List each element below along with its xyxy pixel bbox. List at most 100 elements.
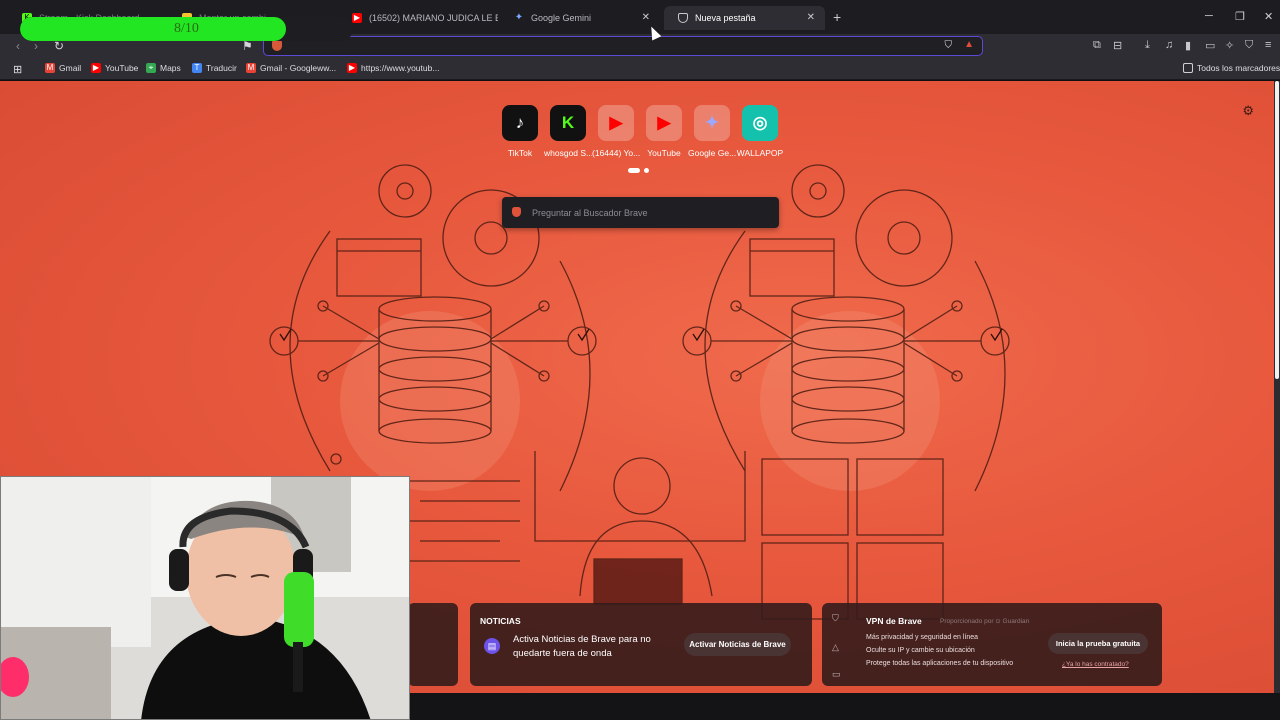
bookmark-youtube-url[interactable]: ▶ https://www.youtub... [347,63,439,73]
bookmark-label: Gmail - Googleww... [260,63,337,73]
top-site-google-gemini[interactable]: ✦ Google Ge... [688,105,736,158]
extensions-icon[interactable]: ⧉ [1093,39,1101,52]
tiktok-icon: ♪ [502,105,538,141]
tab-youtube-mariano[interactable]: ▶ (16502) MARIANO JUDICA LE ESCUPE [338,6,498,30]
progress-overlay: 8/10 [20,17,353,41]
bookmark-maps[interactable]: ⌖ Maps [146,63,181,73]
bookmark-label: Gmail [59,63,82,73]
forward-icon[interactable]: › [34,39,38,53]
settings-gear-icon[interactable]: ⚙ [1242,103,1254,119]
news-heading: NOTICIAS [480,616,521,626]
brave-search-icon [512,207,521,217]
news-icon: ▤ [484,638,500,654]
close-tab-icon[interactable]: ✕ [807,12,815,23]
gemini-icon: ✦ [694,105,730,141]
youtube-icon: ▶ [347,63,357,73]
search-placeholder: Preguntar al Buscador Brave [532,208,648,218]
media-icon[interactable]: ♫ [1165,39,1173,51]
tile-glyph: K [561,113,575,132]
close-tab-icon[interactable]: ✕ [642,12,650,23]
vpn-feature: Oculte su IP y cambie su ubicación [866,647,975,654]
leo-ai-icon[interactable]: ✧ [1225,39,1234,52]
pager-dot[interactable] [644,168,649,173]
activate-news-button[interactable]: Activar Noticias de Brave [684,633,791,656]
address-bar[interactable]: ⛉ ▲ [263,36,983,56]
youtube-icon: ▶ [91,63,101,73]
alert-icon[interactable]: △ [832,642,839,653]
all-bookmarks[interactable]: Todos los marcadores [1183,63,1280,73]
news-text: Activa Noticias de Brave para no quedart… [513,634,651,659]
already-subscribed-link[interactable]: ¿Ya lo has contratado? [1062,661,1129,668]
gemini-icon: ✦ [514,12,524,23]
vpn-card: ⛉ △ ▭ VPN de Brave Proporcionado por ⊙ G… [822,603,1162,686]
search-engine-icon [272,40,282,51]
brave-rewards-icon[interactable]: ▲ [964,39,974,50]
wallet-icon[interactable]: ⊟ [1113,39,1122,52]
tab-title: Google Gemini [531,13,592,23]
vpn-powered-by: Proporcionado por ⊙ Guardian [940,618,1030,625]
progress-label: 8/10 [174,21,199,36]
translate-icon: T [192,63,202,73]
tile-glyph: ▶ [657,113,671,132]
youtube-icon: ▶ [598,105,634,141]
vpn-heading: VPN de Brave [866,616,922,626]
all-bookmarks-label: Todos los marcadores [1197,63,1280,73]
gmail-icon: M [45,63,55,73]
scrollbar-thumb[interactable] [1275,81,1279,379]
top-site-wallapop[interactable]: ◎ WALLAPOP [737,105,783,158]
restore-icon[interactable]: ❐ [1235,10,1245,23]
bookmark-youtube[interactable]: ▶ YouTube [91,63,138,73]
top-site-label: TikTok [507,148,533,158]
bookmark-gmail-google[interactable]: M Gmail - Googleww... [246,63,336,73]
bookmark-traducir[interactable]: T Traducir [192,63,237,73]
top-site-label: Google Ge... [688,148,736,158]
browser-window: K Stream - Kick Dashboard Montar un camb… [0,0,1280,720]
bookmark-label: Traducir [206,63,237,73]
streamer-image [1,477,409,719]
back-icon[interactable]: ‹ [16,39,20,53]
partial-card [408,603,458,686]
card-icon[interactable]: ▭ [832,669,841,680]
top-site-youtube-video[interactable]: ▶ (16444) Yo... [592,105,640,158]
new-tab-button[interactable]: + [833,10,841,24]
top-site-whosgod[interactable]: K whosgod S... [544,105,592,158]
news-card: NOTICIAS ▤ Activa Noticias de Brave para… [470,603,812,686]
menu-icon[interactable]: ≡ [1265,39,1271,51]
bookmark-icon[interactable]: ⚑ [242,39,253,53]
brave-search-box[interactable]: Preguntar al Buscador Brave [502,197,779,228]
minimize-icon[interactable]: ─ [1205,10,1213,22]
top-site-label: (16444) Yo... [592,148,640,158]
wallet-card-icon[interactable]: ▭ [1205,39,1215,52]
page-scrollbar[interactable] [1274,81,1280,693]
reload-icon[interactable]: ↻ [54,39,64,53]
vpn-shield-icon[interactable]: ⛉ [832,613,839,624]
pager-dot-active[interactable] [628,168,640,173]
youtube-icon: ▶ [646,105,682,141]
top-site-tiktok[interactable]: ♪ TikTok [500,105,540,158]
start-trial-button[interactable]: Inicia la prueba gratuita [1048,633,1148,654]
bookmark-label: https://www.youtub... [361,63,440,73]
vpn-icon[interactable]: ⛉ [1245,39,1253,52]
tab-nueva-pestana[interactable]: Nueva pestaña ✕ [664,6,825,30]
bottom-bar [410,693,1280,720]
download-icon[interactable]: ⤓ [1145,39,1150,52]
bookmark-label: Maps [160,63,181,73]
folder-icon [1183,63,1193,73]
vpn-feature: Más privacidad y seguridad en línea [866,634,979,641]
bookmark-label: YouTube [105,63,139,73]
wallapop-icon: ◎ [742,105,778,141]
bookmark-gmail[interactable]: M Gmail [45,63,81,73]
kick-icon: K [550,105,586,141]
bookmarks-bar: ⊞ M Gmail ▶ YouTube ⌖ Maps T Traducir M Gmail… [0,58,1280,80]
webcam-overlay [0,476,410,720]
sidebar-icon[interactable]: ▮ [1185,39,1191,52]
tab-google-gemini[interactable]: ✦ Google Gemini ✕ [500,6,660,30]
top-site-label: whosgod S... [544,148,592,158]
close-window-icon[interactable]: ✕ [1264,10,1273,23]
apps-grid-icon[interactable]: ⊞ [13,63,22,76]
tile-glyph: ◎ [752,113,768,132]
youtube-icon: ▶ [352,13,362,23]
top-site-youtube[interactable]: ▶ YouTube [644,105,684,158]
top-sites: ♪ TikTok K whosgod S... ▶ (16444) Yo... … [500,105,783,158]
brave-shields-icon[interactable]: ⛉ [945,40,953,51]
